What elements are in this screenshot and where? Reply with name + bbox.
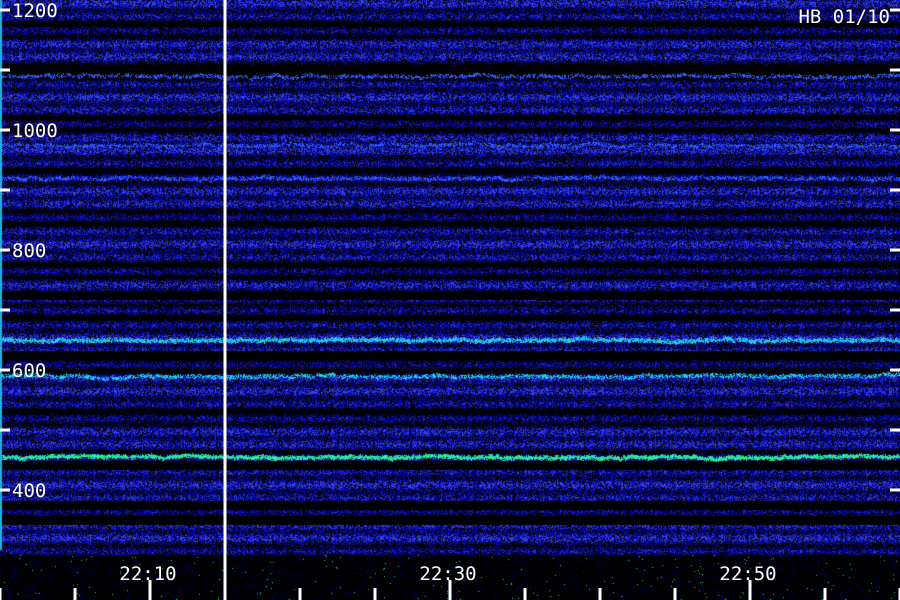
- x-tick-label: 22:30: [419, 563, 476, 585]
- y-tick-label: 600: [12, 360, 46, 382]
- x-axis: 22:10 22:30 22:50: [0, 563, 900, 600]
- y-tick-label: 1000: [12, 120, 58, 142]
- y-axis: 400 600 800 1000 1200: [0, 0, 900, 502]
- y-tick-label: 1200: [12, 0, 58, 22]
- y-tick-label: 400: [12, 480, 46, 502]
- chart-overlay: 400 600 800 1000 1200 22:10 22:30 22:50 HB 01/…: [0, 0, 900, 600]
- y-tick-label: 800: [12, 240, 46, 262]
- x-tick-label: 22:50: [719, 563, 776, 585]
- chart-title: HB 01/10: [798, 6, 890, 28]
- x-tick-label: 22:10: [119, 563, 176, 585]
